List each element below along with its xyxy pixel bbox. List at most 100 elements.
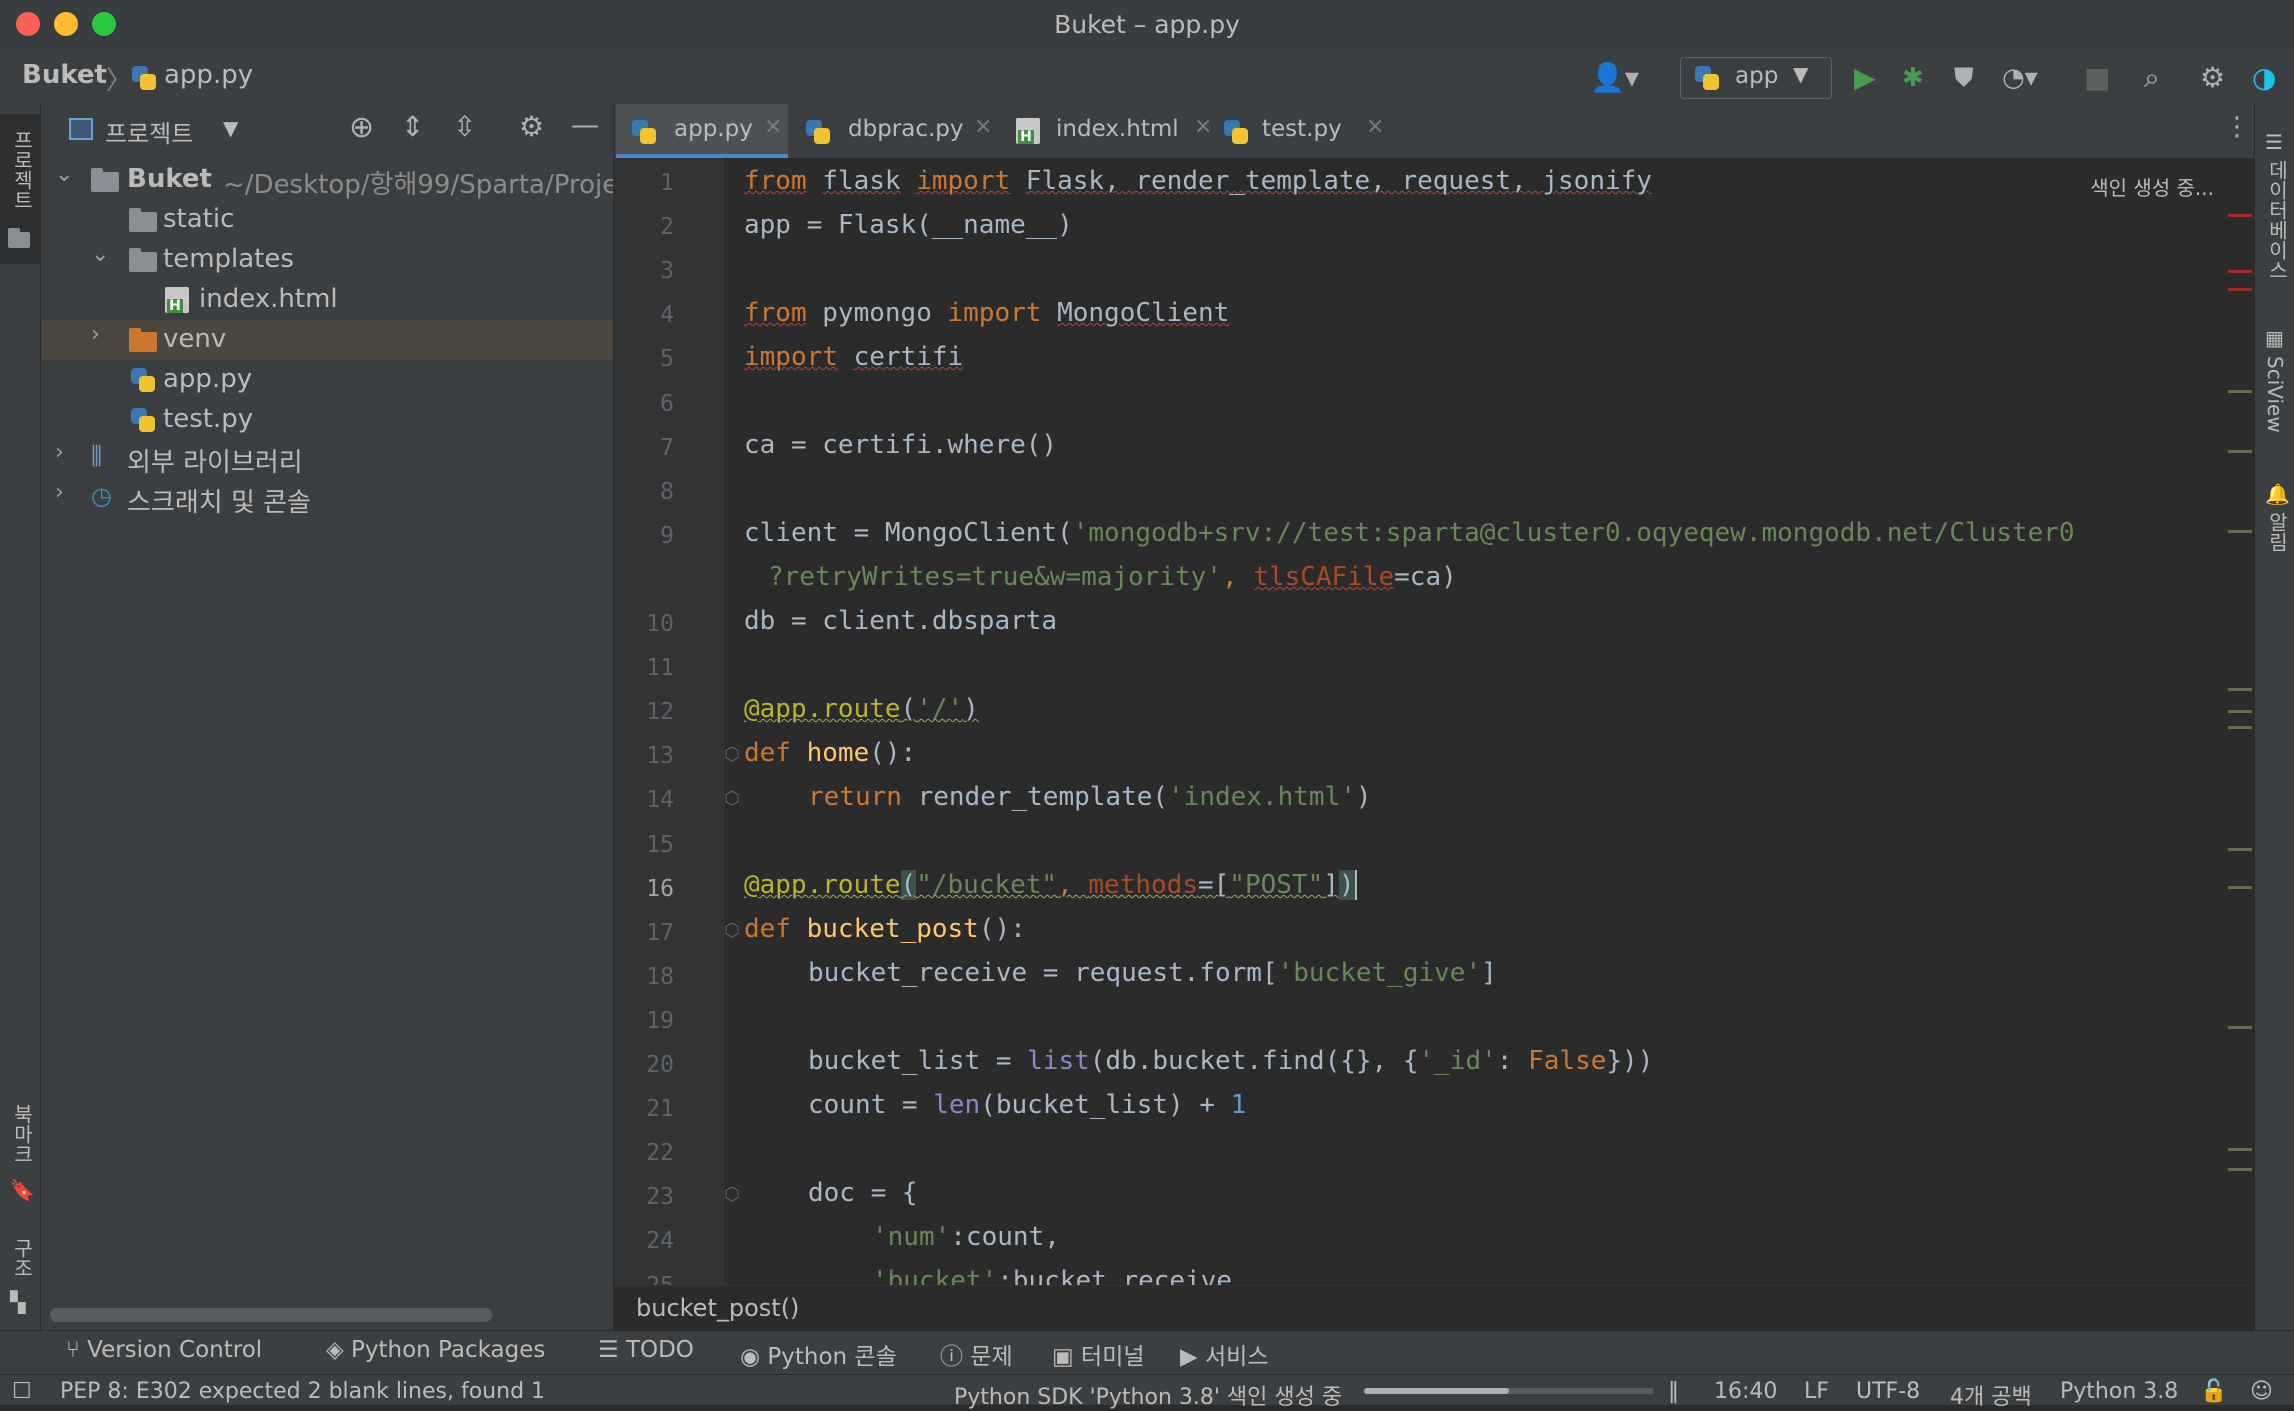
coverage-icon[interactable]: ⛊ — [1954, 60, 1974, 96]
breadcrumb-project[interactable]: Buket — [22, 60, 107, 90]
tool-todo[interactable]: ☰ TODO — [598, 1337, 694, 1363]
error-marker[interactable] — [2228, 214, 2252, 217]
bookmarks-tool-button[interactable]: 북마크 — [8, 1104, 37, 1164]
toggle-tool-windows-icon[interactable]: ☐ — [12, 1379, 32, 1404]
settings-gear-icon[interactable]: ⚙ — [2200, 60, 2225, 96]
tab-app-py[interactable]: app.py × — [616, 104, 788, 158]
debug-icon[interactable]: ✱ — [1902, 60, 1924, 96]
warning-marker[interactable] — [2228, 450, 2252, 453]
status-message[interactable]: PEP 8: E302 expected 2 blank lines, foun… — [60, 1379, 545, 1404]
right-tool-strip: ☰ 데이터베이스 ▦ SciView 🔔 알림 — [2254, 104, 2294, 1330]
collapse-all-icon[interactable]: ⇳ — [453, 110, 476, 143]
notifications-tool-button[interactable]: 알림 — [2263, 512, 2292, 552]
chevron-down-icon[interactable]: ▼ — [223, 116, 238, 140]
line-number: 14 — [646, 787, 674, 814]
project-view-icon — [69, 118, 93, 140]
chevron-right-icon[interactable]: › — [55, 480, 64, 505]
warning-marker[interactable] — [2228, 1026, 2252, 1029]
close-icon[interactable]: × — [1366, 114, 1384, 139]
run-icon[interactable]: ▶ — [1854, 60, 1876, 96]
tree-item-test-py[interactable]: test.py — [41, 400, 613, 440]
folder-icon — [129, 208, 157, 232]
close-icon[interactable]: × — [1194, 114, 1212, 139]
tree-item-static[interactable]: static — [41, 200, 613, 240]
project-view-select[interactable]: 프로젝트 — [105, 114, 193, 149]
line-separator[interactable]: LF — [1804, 1379, 1829, 1404]
tree-item-external-libraries[interactable]: › ⫼ 외부 라이브러리 — [41, 438, 613, 478]
structure-tool-button[interactable]: 구조 — [8, 1238, 37, 1278]
tree-item-root[interactable]: ⌄ Buket ~/Desktop/항해99/Sparta/Proje — [41, 160, 613, 200]
chevron-down-icon[interactable]: ⌄ — [55, 162, 73, 187]
tool-problems[interactable]: ⓘ 문제 — [940, 1337, 1013, 1371]
chevron-down-icon[interactable]: ⌄ — [91, 242, 109, 267]
code-editor[interactable]: 색인 생성 중... from flask import Flask, rend… — [724, 158, 2254, 1285]
horizontal-scrollbar[interactable] — [50, 1308, 492, 1322]
stop-icon[interactable]: ■ — [2084, 60, 2110, 96]
warning-marker[interactable] — [2228, 710, 2252, 713]
tab-index-html[interactable]: index.html × — [1002, 104, 1212, 158]
project-panel-header: 프로젝트 ▼ ⊕ ⇕ ⇳ ⚙ — — [41, 104, 613, 159]
title-bar: Buket – app.py — [0, 0, 2294, 52]
tree-item-app-py[interactable]: app.py — [41, 360, 613, 400]
tree-item-templates[interactable]: ⌄ templates — [41, 240, 613, 280]
database-tool-button[interactable]: 데이터베이스 — [2263, 160, 2292, 280]
close-icon[interactable]: × — [764, 114, 782, 139]
tree-item-venv[interactable]: › venv — [41, 320, 613, 360]
profile-icon[interactable]: ◔▾ — [2002, 60, 2038, 96]
breadcrumb-file[interactable]: app.py — [164, 60, 253, 90]
account-icon[interactable]: 👤▾ — [1590, 60, 1639, 96]
hide-panel-icon[interactable]: — — [571, 108, 599, 141]
interpreter-selector[interactable]: Python 3.8 — [2060, 1379, 2178, 1404]
tool-terminal[interactable]: ▣ 터미널 — [1052, 1337, 1145, 1371]
close-icon[interactable]: × — [974, 114, 992, 139]
tree-item-scratches[interactable]: › ◷ 스크래치 및 콘솔 — [41, 478, 613, 518]
chevron-down-icon: ▼ — [1793, 62, 1809, 86]
pause-icon[interactable]: ‖ — [1668, 1379, 1679, 1404]
code-line-23: doc = { — [808, 1178, 918, 1208]
tab-dbprac-py[interactable]: dbprac.py — [790, 104, 974, 158]
tool-python-packages[interactable]: ◈ Python Packages — [326, 1337, 545, 1363]
warning-marker[interactable] — [2228, 688, 2252, 691]
line-number: 17 — [646, 919, 674, 946]
tree-item-path: ~/Desktop/항해99/Sparta/Proje — [223, 170, 613, 200]
sciview-tool-button[interactable]: SciView — [2263, 356, 2287, 433]
fold-marker-icon[interactable]: ⬡ — [724, 1184, 740, 1205]
file-encoding[interactable]: UTF-8 — [1856, 1379, 1920, 1404]
warning-marker[interactable] — [2228, 1148, 2252, 1151]
error-stripe[interactable] — [2220, 158, 2254, 1285]
lock-icon[interactable]: 🔓 — [2200, 1379, 2227, 1404]
search-icon[interactable]: ⌕ — [2144, 60, 2160, 96]
locate-file-icon[interactable]: ⊕ — [349, 110, 374, 145]
indent-setting[interactable]: 4개 공백 — [1950, 1379, 2032, 1411]
error-marker[interactable] — [2228, 288, 2252, 291]
warning-marker[interactable] — [2228, 390, 2252, 393]
fold-marker-icon[interactable]: ⬡ — [724, 920, 740, 941]
settings-gear-icon[interactable]: ⚙ — [519, 110, 544, 143]
tool-python-console[interactable]: ◉ Python 콘솔 — [740, 1337, 897, 1371]
more-tabs-icon[interactable]: ⋮ — [2224, 112, 2250, 142]
fold-marker-icon[interactable]: ⬡ — [724, 744, 740, 765]
caret-position[interactable]: 16:40 — [1714, 1379, 1777, 1404]
warning-marker[interactable] — [2228, 848, 2252, 851]
list-icon: ☰ — [598, 1337, 626, 1363]
chevron-right-icon[interactable]: › — [55, 440, 64, 465]
jetbrains-logo-icon[interactable]: ◑ — [2252, 60, 2276, 96]
warning-marker[interactable] — [2228, 726, 2252, 729]
expand-all-icon[interactable]: ⇕ — [401, 110, 424, 143]
code-breadcrumb[interactable]: bucket_post() — [636, 1294, 799, 1322]
error-marker[interactable] — [2228, 270, 2252, 273]
run-configuration-select[interactable]: app ▼ — [1680, 57, 1832, 99]
tab-test-py[interactable]: test.py — [1214, 104, 1374, 158]
scratch-clock-icon: ◷ — [91, 482, 112, 510]
line-number: 4 — [660, 302, 674, 329]
tool-services[interactable]: ▶ 서비스 — [1180, 1337, 1268, 1371]
project-tool-button[interactable]: 프로젝트 — [0, 114, 40, 264]
tree-item-index-html[interactable]: index.html — [41, 280, 613, 320]
fold-marker-icon[interactable]: ⬡ — [724, 788, 740, 809]
inspections-icon[interactable]: ☺ — [2250, 1379, 2273, 1404]
warning-marker[interactable] — [2228, 886, 2252, 889]
chevron-right-icon[interactable]: › — [91, 322, 100, 347]
warning-marker[interactable] — [2228, 530, 2252, 533]
tool-version-control[interactable]: ⑂ Version Control — [66, 1337, 262, 1363]
warning-marker[interactable] — [2228, 1168, 2252, 1171]
